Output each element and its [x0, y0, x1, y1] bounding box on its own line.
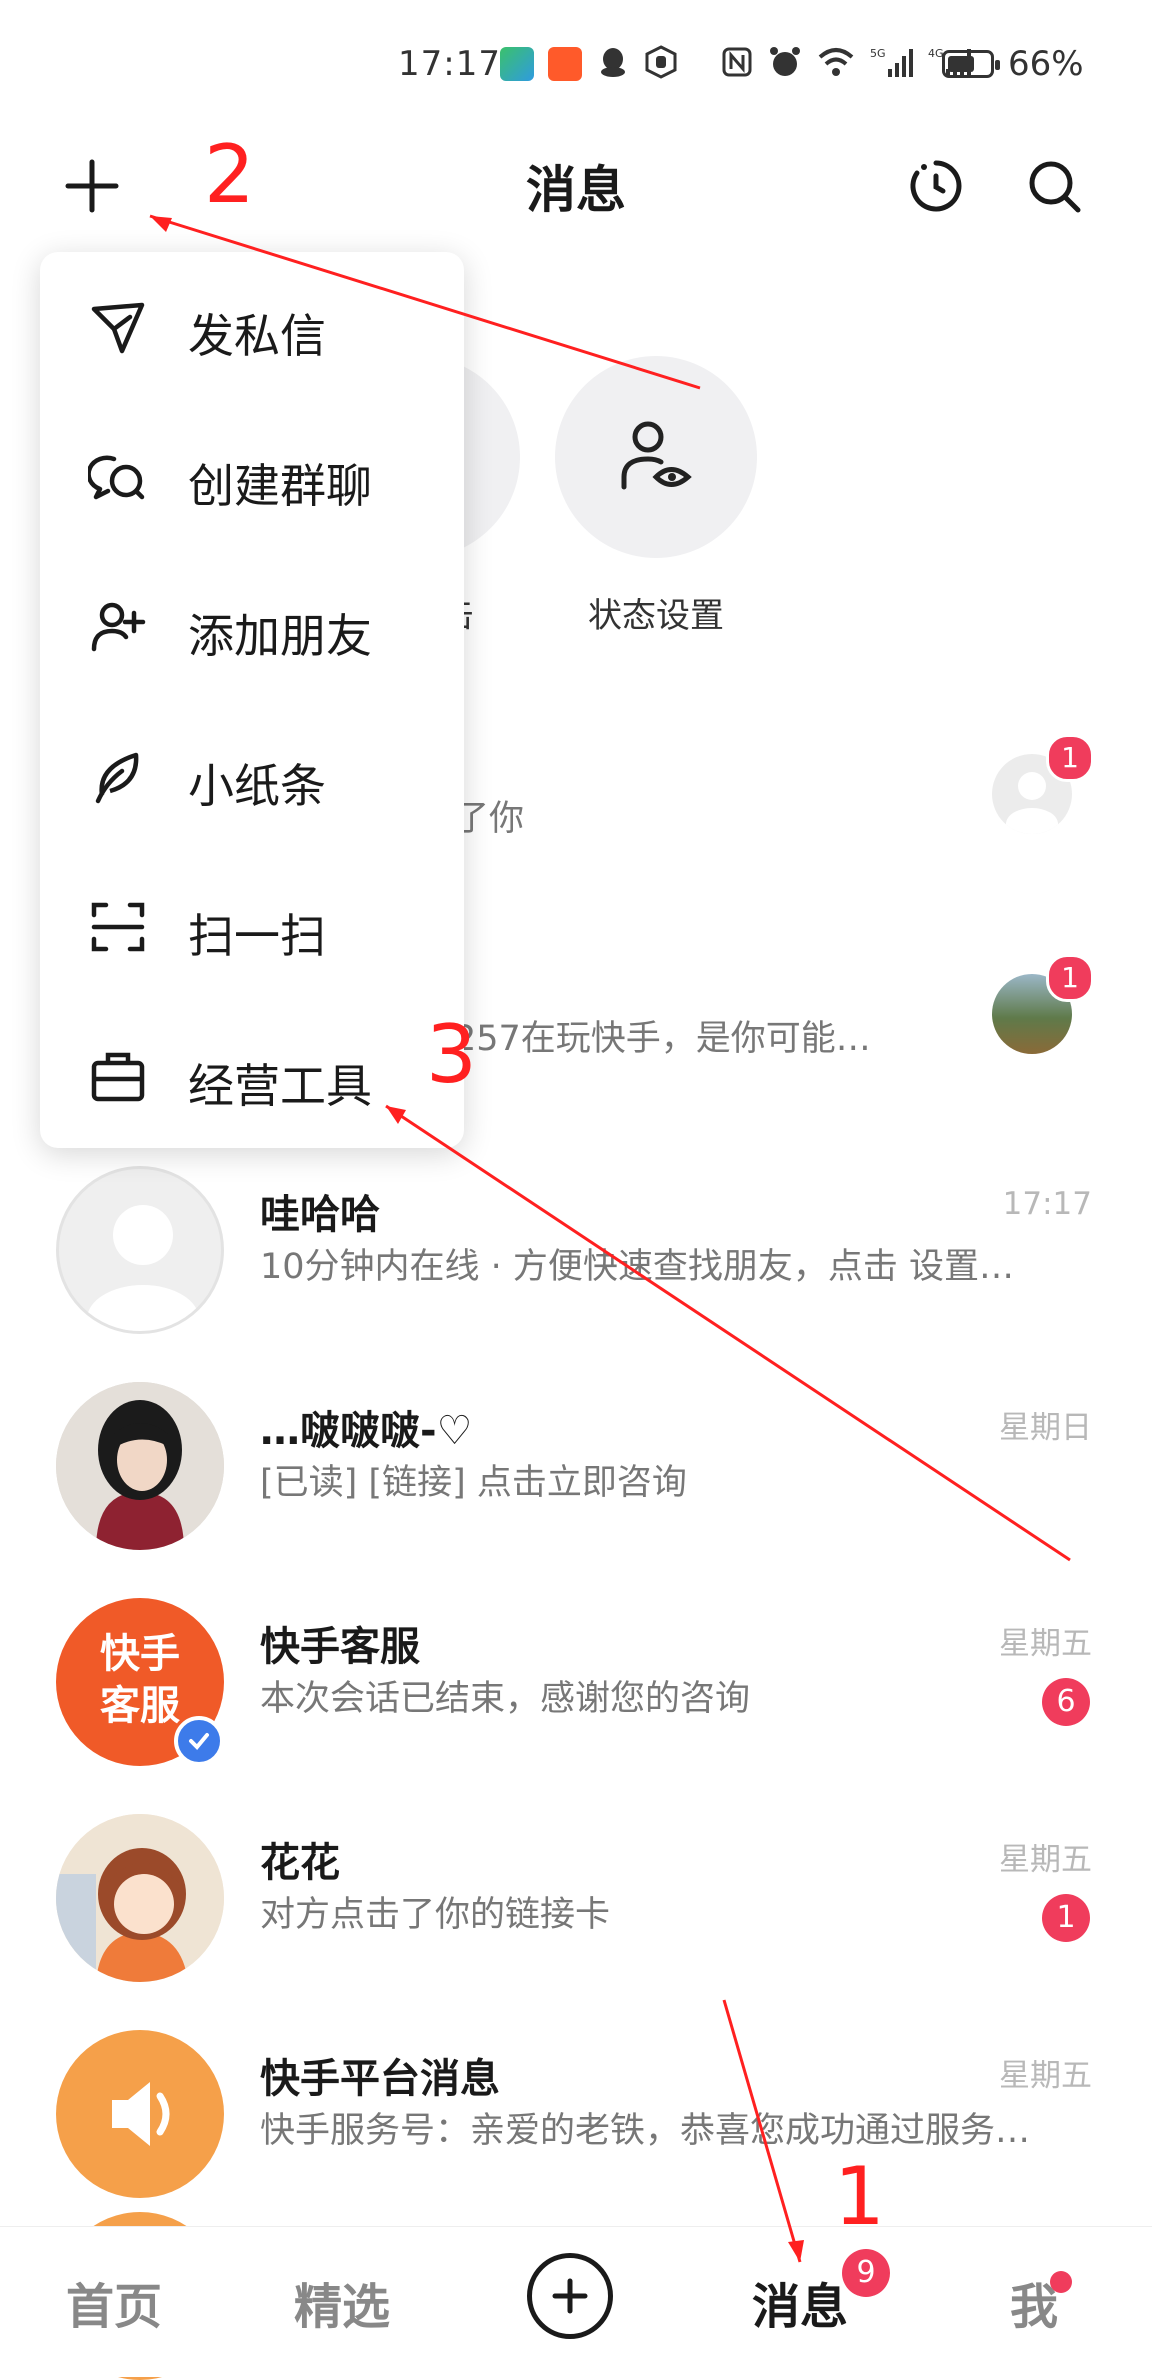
avatar — [56, 1382, 224, 1550]
tab-home[interactable]: 首页 — [66, 2267, 162, 2337]
message-preview: 本次会话已结束，感谢您的咨询 — [260, 1679, 751, 1719]
message-preview: 快手服务号：亲爱的老铁，恭喜您成功通过服务… — [260, 2111, 1031, 2151]
conversation-row[interactable]: 快手平台消息 快手服务号：亲爱的老铁，恭喜您成功通过服务… 星期五 — [0, 2006, 1152, 2216]
unread-badge: 1 — [1046, 734, 1094, 782]
plus-dropdown-menu: 发私信 创建群聊 添加朋友 小纸条 扫一扫 经营工具 — [40, 252, 464, 1148]
menu-label: 扫一扫 — [188, 909, 326, 963]
speaker-icon — [112, 2082, 170, 2146]
unread-badge: 1 — [1042, 1894, 1090, 1942]
message-preview: [已读] [链接] 点击立即咨询 — [260, 1463, 687, 1503]
conversation-row[interactable]: 快手 客服 快手客服 本次会话已结束，感谢您的咨询 星期五 6 — [0, 1574, 1152, 1784]
contact-name: …啵啵啵-♡ — [260, 1408, 473, 1454]
message-time: 星期五 — [999, 2058, 1092, 2094]
avatar — [56, 1814, 224, 1982]
add-friend-icon — [88, 597, 148, 657]
wifi-icon — [816, 45, 856, 83]
status-time: 17:17 — [398, 44, 501, 84]
menu-item-create-group[interactable]: 创建群聊 — [40, 402, 464, 552]
conversation-row[interactable]: …啵啵啵-♡ [已读] [链接] 点击立即咨询 星期日 — [0, 1358, 1152, 1568]
nfc-icon — [720, 45, 754, 83]
plus-icon — [552, 2278, 588, 2314]
app-header: 消息 — [0, 130, 1152, 240]
conversation-row[interactable]: 哇哈哈 10分钟内在线 · 方便快速查找朋友，点击 设置… 17:17 — [0, 1142, 1152, 1352]
bottom-navigation: 首页 精选 消息 9 我 — [0, 2226, 1152, 2377]
feather-icon — [88, 747, 148, 807]
message-preview: 10分钟内在线 · 方便快速查找朋友，点击 设置… — [260, 1247, 1015, 1287]
menu-label: 经营工具 — [188, 1059, 372, 1113]
battery-percent: 66% — [1008, 44, 1084, 84]
group-chat-icon — [88, 447, 148, 507]
refresh-icon — [910, 160, 962, 212]
message-time: 星期五 — [999, 1626, 1092, 1662]
menu-item-add-friend[interactable]: 添加朋友 — [40, 552, 464, 702]
menu-label: 小纸条 — [188, 759, 326, 813]
menu-item-send-message[interactable]: 发私信 — [40, 252, 464, 402]
conversation-row[interactable]: 花花 对方点击了你的链接卡 星期五 1 — [0, 1790, 1152, 2000]
tab-featured[interactable]: 精选 — [294, 2267, 390, 2337]
annotation-number: 2 — [204, 128, 255, 221]
briefcase-icon — [88, 1047, 148, 1107]
contact-name: 花花 — [260, 1840, 340, 1886]
hand-icon — [644, 45, 678, 83]
message-preview: 257在玩快手，是你可能… — [454, 1019, 871, 1059]
message-time: 星期五 — [999, 1842, 1092, 1878]
menu-item-scan[interactable]: 扫一扫 — [40, 852, 464, 1002]
message-time: 17:17 — [1002, 1186, 1092, 1222]
status-bar: 17:17 5G 4G 66% — [0, 0, 1152, 130]
send-icon — [88, 297, 148, 357]
contact-name: 哇哈哈 — [260, 1192, 380, 1238]
search-icon — [1029, 161, 1081, 213]
contact-name: 快手客服 — [260, 1624, 420, 1670]
status-icons: 5G 4G — [500, 44, 972, 84]
unread-badge: 6 — [1042, 1678, 1090, 1726]
page-title: 消息 — [526, 161, 626, 219]
menu-label: 创建群聊 — [188, 459, 372, 513]
tab-messages[interactable]: 消息 — [752, 2267, 848, 2337]
signal-5g-icon: 5G — [870, 45, 914, 83]
battery-icon — [942, 50, 1000, 78]
app-icon — [548, 47, 582, 81]
messages-badge: 9 — [842, 2249, 890, 2297]
search-button[interactable] — [1016, 148, 1092, 224]
user-eye-icon — [621, 421, 692, 490]
menu-label: 发私信 — [188, 309, 326, 363]
app-icon — [500, 47, 534, 81]
menu-item-business-tools[interactable]: 经营工具 — [40, 1002, 464, 1152]
annotation-number: 3 — [426, 1008, 477, 1101]
avatar — [56, 2030, 224, 2198]
svg-text:5G: 5G — [870, 47, 886, 60]
menu-item-note[interactable]: 小纸条 — [40, 702, 464, 852]
avatar: 快手 客服 — [56, 1598, 224, 1766]
contact-name: 快手平台消息 — [260, 2056, 500, 2102]
refresh-button[interactable] — [898, 148, 974, 224]
qq-icon — [596, 45, 630, 83]
me-notification-dot — [1050, 2271, 1072, 2293]
status-setting-label: 状态设置 — [588, 596, 724, 636]
create-button[interactable] — [527, 2253, 613, 2339]
avatar — [56, 1166, 224, 1334]
scan-icon — [88, 897, 148, 957]
menu-label: 添加朋友 — [188, 609, 372, 663]
message-preview: 对方点击了你的链接卡 — [260, 1895, 611, 1935]
status-setting-button[interactable] — [555, 356, 757, 558]
annotation-number: 1 — [834, 2150, 885, 2243]
message-time: 星期日 — [999, 1410, 1092, 1446]
verified-icon — [174, 1716, 224, 1766]
unread-badge: 1 — [1046, 954, 1094, 1002]
alarm-icon — [768, 45, 802, 83]
